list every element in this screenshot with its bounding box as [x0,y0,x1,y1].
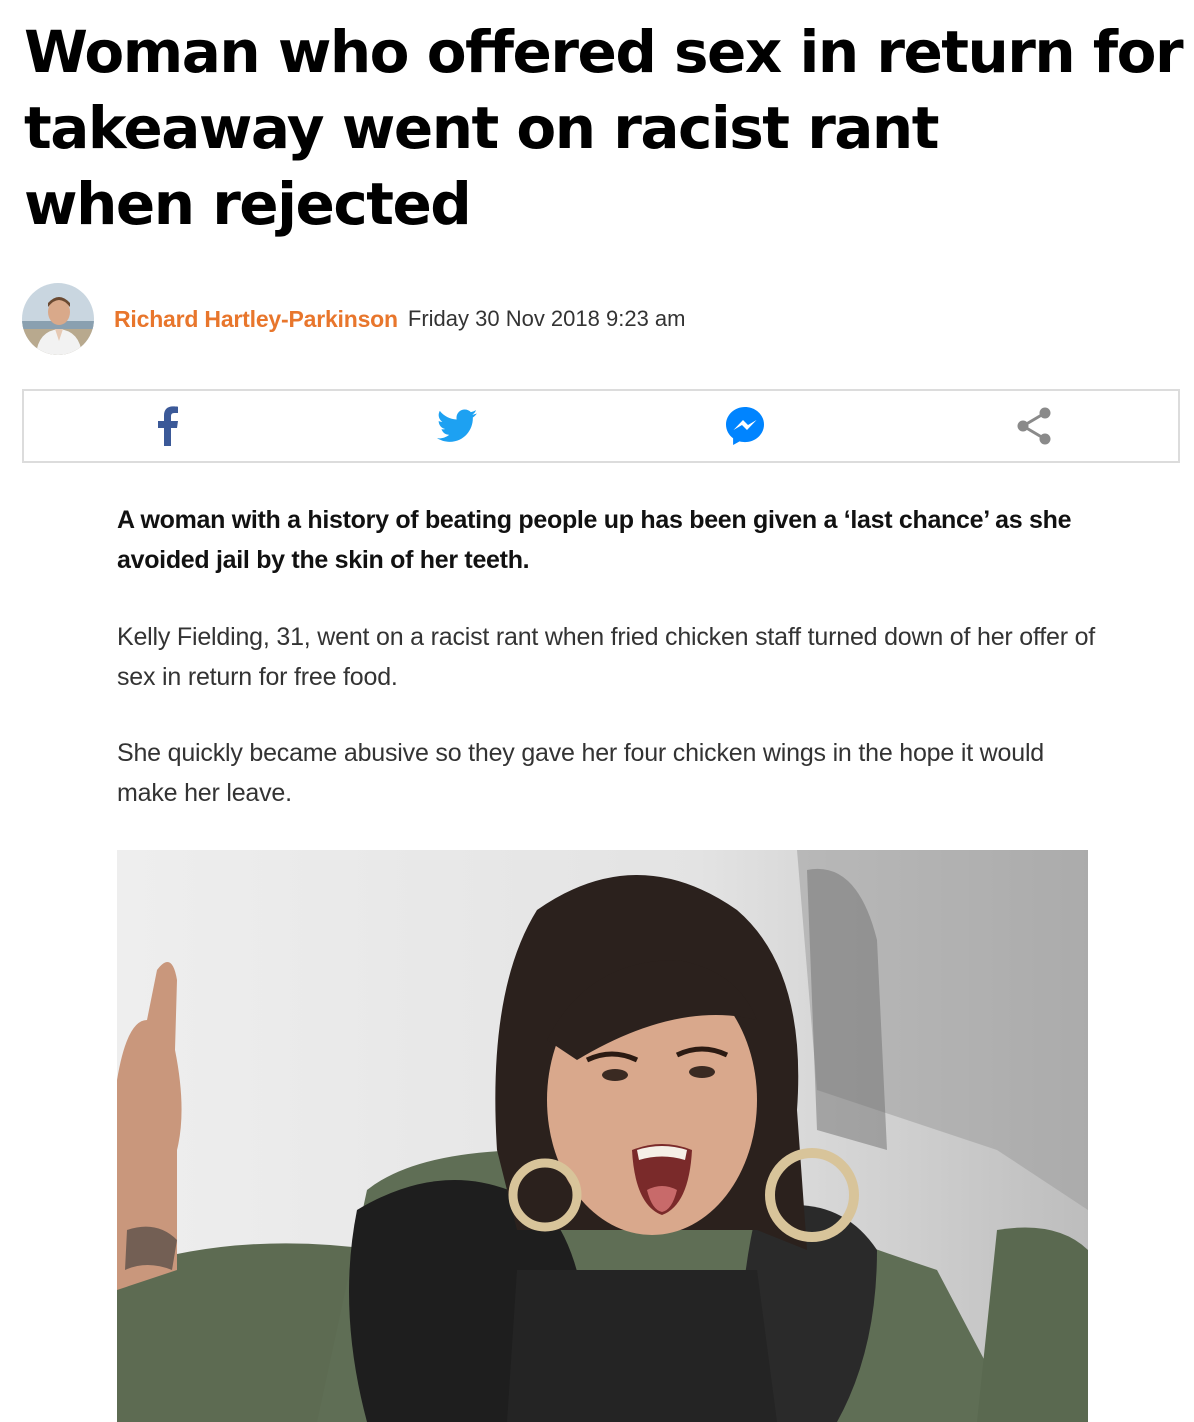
headline-line: Woman who offered sex in return for [24,18,1184,86]
article-paragraph: Kelly Fielding, 31, went on a racist ran… [117,623,1096,691]
article-photo[interactable] [117,850,1088,1422]
article-lead: A woman with a history of beating people… [117,506,1072,574]
author-avatar[interactable] [22,283,94,355]
headline-line: takeaway went on racist rant [24,94,939,162]
author-link[interactable]: Richard Hartley-Parkinson [114,306,398,333]
twitter-share-button[interactable] [313,391,602,461]
headline-line: when rejected [24,170,472,238]
facebook-icon [158,406,179,446]
publish-date: Friday 30 Nov 2018 9:23 am [407,306,686,331]
more-share-button[interactable] [890,391,1179,461]
facebook-share-button[interactable] [24,391,313,461]
messenger-icon [726,407,765,445]
messenger-share-button[interactable] [601,391,890,461]
twitter-icon [436,409,477,442]
article-paragraph: She quickly became abusive so they gave … [117,739,1045,807]
article-headline: Woman who offered sex in return for take… [24,14,1184,242]
share-bar [22,389,1180,463]
share-icon [1017,407,1051,445]
byline: Richard Hartley-Parkinson Friday 30 Nov … [22,283,685,355]
article-body: A woman with a history of beating people… [117,500,1097,813]
